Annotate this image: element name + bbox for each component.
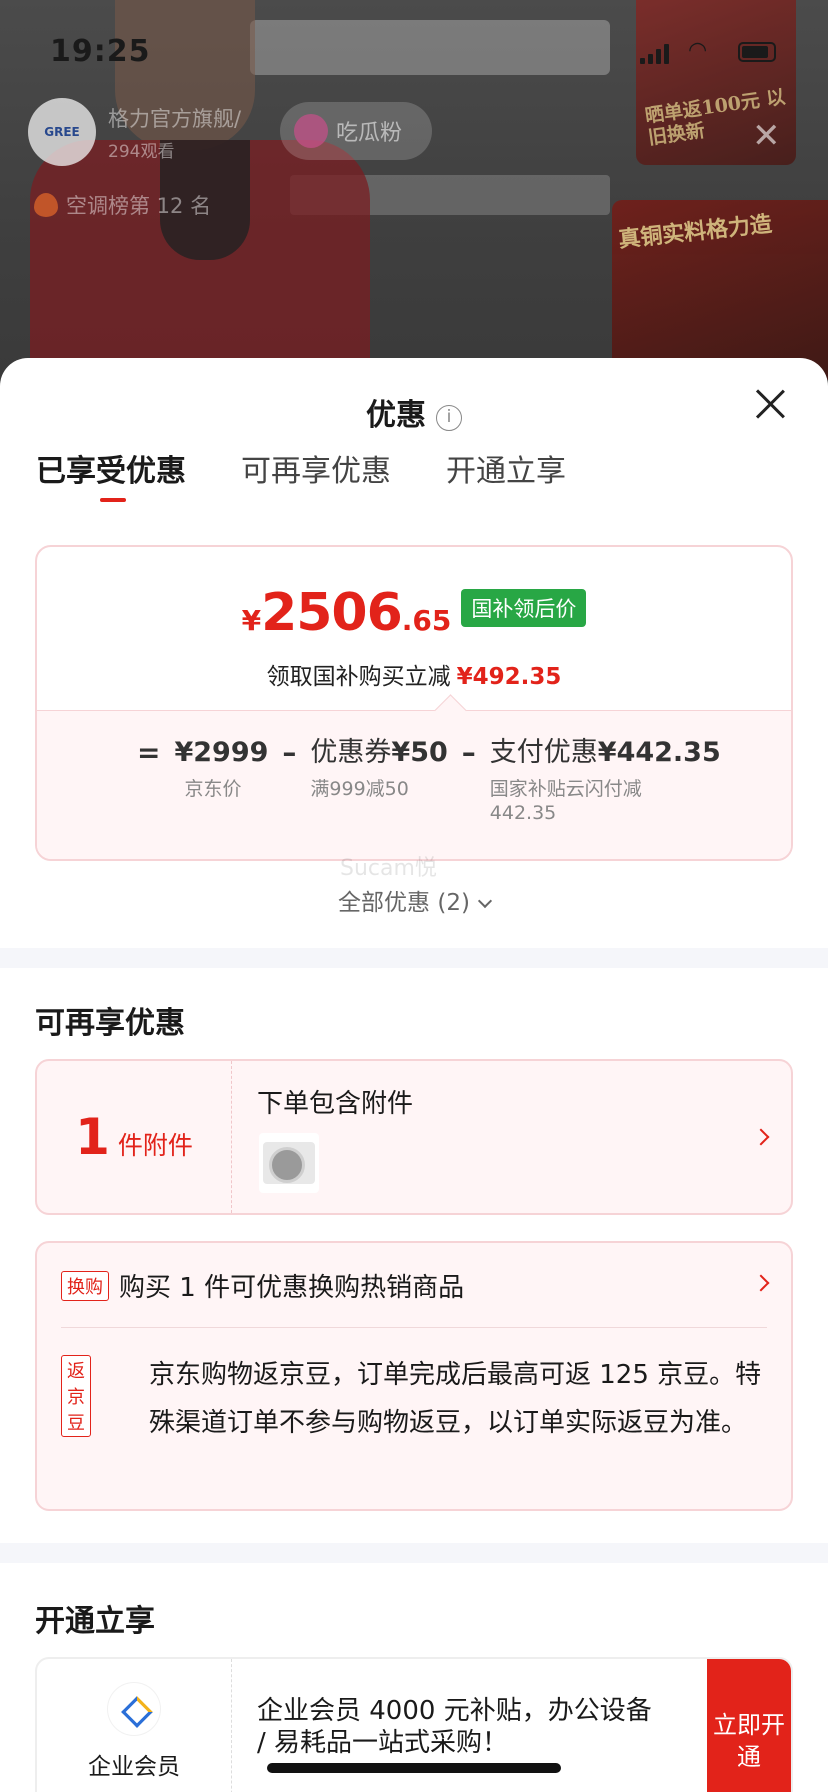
all-offers-label: 全部优惠 (2) — [338, 890, 470, 916]
attachment-count-unit: 件附件 — [117, 1131, 193, 1160]
sheet-title: 优惠 — [366, 398, 426, 433]
section-divider-2 — [0, 1543, 828, 1563]
enterprise-desc: 企业会员 4000 元补贴，办公设备 / 易耗品一站式采购！ — [257, 1696, 652, 1758]
pay-discount-desc-amount: 442.35 — [489, 802, 557, 824]
minus-sign: – — [282, 736, 297, 769]
signal-icon — [640, 42, 669, 64]
tab-more[interactable]: 可再享优惠 — [241, 448, 391, 508]
rank-text: 空调榜第 12 名 — [66, 194, 212, 218]
price-integer: 2506 — [261, 583, 403, 643]
exchange-text: 购买 1 件可优惠换购热销商品 — [119, 1273, 465, 1303]
watermark: Sucam悦 — [340, 856, 437, 881]
price-breakdown: = ¥2999 京东价 – 优惠券¥50 满999减50 – 支付优惠¥442.… — [37, 710, 791, 859]
open-now-button[interactable]: 立即开通 — [707, 1659, 791, 1792]
close-icon[interactable] — [754, 388, 786, 420]
enterprise-label: 企业会员 — [88, 1754, 180, 1780]
wifi-icon: ◠ — [688, 38, 708, 63]
promo-banner-side-text: 真铜实料格力造 — [617, 211, 774, 253]
jd-price: ¥2999 — [174, 737, 269, 768]
attachment-count-number: 1 — [75, 1108, 110, 1166]
info-icon[interactable]: i — [436, 405, 462, 431]
home-indicator[interactable] — [267, 1763, 561, 1773]
fan-club-icon — [294, 114, 328, 148]
outdoor-unit-thumbnail[interactable] — [259, 1133, 319, 1193]
streamer-name: 格力官方旗舰/ — [108, 106, 242, 131]
jd-price-label: 京东价 — [184, 778, 242, 800]
section-divider — [0, 948, 828, 968]
price-currency: ¥ — [241, 604, 262, 637]
streamer-avatar[interactable]: GREE — [28, 98, 96, 166]
jd-bean-tag: 返京豆 — [61, 1355, 91, 1437]
outdoor-unit-icon — [263, 1142, 315, 1184]
sheet-title-row: 优惠 i — [0, 390, 828, 434]
fan-club-label: 吃瓜粉 — [336, 121, 403, 146]
minus-sign-2: – — [461, 736, 476, 769]
pay-discount-label: 支付优惠 — [489, 737, 598, 768]
viewer-count: 294观看 — [108, 141, 175, 162]
subsidy-text: 领取国补购买立减 — [266, 664, 451, 690]
exchange-tag: 换购 — [61, 1270, 109, 1301]
fan-club-chip[interactable]: 吃瓜粉 — [280, 102, 432, 160]
price-decimal: .65 — [401, 604, 452, 637]
status-time: 19:25 — [50, 34, 151, 69]
battery-icon — [738, 42, 776, 62]
subsidy-price-badge: 国补领后价 — [461, 589, 587, 627]
enterprise-member-badge: 企业会员 — [37, 1659, 232, 1792]
close-stream-icon[interactable]: ✕ — [752, 116, 781, 156]
fire-icon — [34, 193, 58, 217]
promo-banner-side[interactable]: 真铜实料格力造 — [612, 200, 828, 380]
attachment-title: 下单包含附件 — [257, 1089, 414, 1119]
chevron-right-icon[interactable] — [752, 1274, 770, 1292]
attachment-count: 1 件附件 — [37, 1061, 232, 1213]
subsidy-amount: ¥492.35 — [456, 664, 562, 690]
offer-tabs: 已享受优惠 可再享优惠 开通立享 — [0, 448, 828, 508]
equals-sign: = — [137, 736, 161, 769]
exchange-divider — [61, 1327, 767, 1328]
sheet-header: 优惠 i — [0, 358, 828, 448]
price-card: ¥ 2506 .65 国补领后价 领取国补购买立减 ¥492.35 = ¥2999… — [35, 545, 793, 861]
coupon-desc: 满999减50 — [310, 778, 409, 800]
chevron-right-icon — [752, 1128, 770, 1146]
pay-discount-amount: ¥442.35 — [597, 737, 721, 768]
all-offers-toggle[interactable]: 全部优惠 (2) — [0, 883, 828, 917]
section-title-open: 开通立享 — [35, 1604, 155, 1639]
section-title-more: 可再享优惠 — [35, 1006, 185, 1041]
exchange-row[interactable]: 换购 购买 1 件可优惠换购热销商品 — [61, 1267, 464, 1304]
exchange-card: 换购 购买 1 件可优惠换购热销商品 返京豆 京东购物返京豆，订单完成后最高可返… — [35, 1241, 793, 1511]
streamer-info[interactable]: GREE 格力官方旗舰/ 294观看 — [28, 98, 241, 166]
status-bar: 19:25 ◠ — [0, 30, 828, 70]
rank-chip[interactable]: 空调榜第 12 名 — [34, 190, 211, 220]
final-price-block: ¥ 2506 .65 国补领后价 领取国补购买立减 ¥492.35 — [37, 547, 791, 710]
coupon-label: 优惠券 — [310, 737, 392, 768]
jd-bean-text: 京东购物返京豆，订单完成后最高可返 125 京豆。特殊渠道订单不参与购物返豆，以… — [149, 1360, 762, 1438]
tab-open[interactable]: 开通立享 — [446, 448, 566, 508]
enterprise-logo-icon — [108, 1683, 160, 1735]
chevron-down-icon — [477, 893, 493, 909]
offers-sheet: 优惠 i 已享受优惠 可再享优惠 开通立享 ¥ 2506 .65 国补领后价 领取… — [0, 358, 828, 1792]
pay-discount-desc: 国家补贴云闪付减 — [489, 778, 642, 800]
coupon-amount: ¥50 — [391, 737, 448, 768]
tab-enjoyed[interactable]: 已享受优惠 — [36, 448, 186, 508]
attachment-card[interactable]: 1 件附件 下单包含附件 — [35, 1059, 793, 1215]
